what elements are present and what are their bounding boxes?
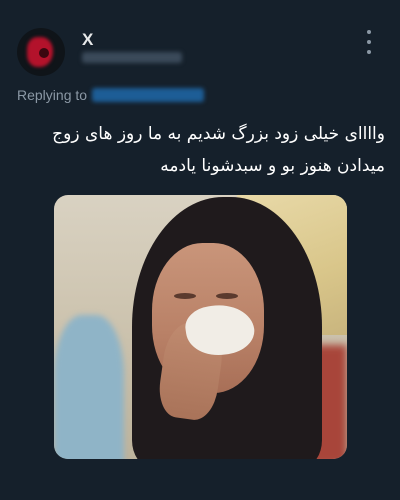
replying-to-label: Replying to [17, 87, 88, 103]
avatar[interactable] [17, 28, 65, 76]
more-dot [367, 50, 371, 54]
tweet-text: واااای خیلی زود بزرگ شدیم به ما روز های … [52, 124, 385, 176]
tweet-media-image[interactable] [54, 195, 347, 459]
image-background-person [54, 315, 124, 459]
reply-handle-link-blurred[interactable] [92, 88, 204, 102]
more-dot [367, 30, 371, 34]
avatar-mark-center [39, 48, 49, 58]
author-display-name[interactable]: X [82, 30, 93, 50]
image-eye [174, 293, 196, 299]
more-dot [367, 40, 371, 44]
author-handle-blurred[interactable] [82, 52, 182, 63]
image-eye [216, 293, 238, 299]
more-vertical-icon[interactable] [362, 30, 376, 54]
